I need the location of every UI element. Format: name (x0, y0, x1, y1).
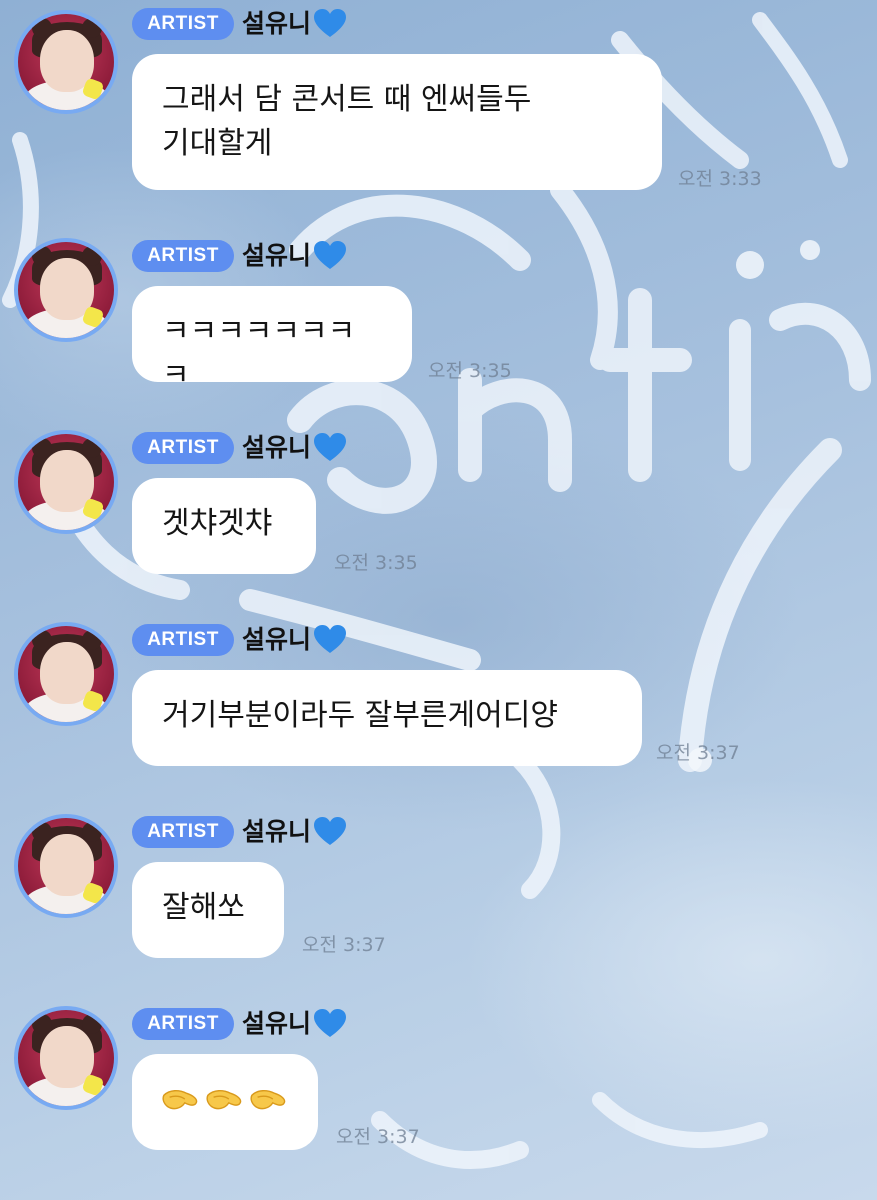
sender-name: 설유니 (242, 430, 347, 466)
sender-name-text: 설유니 (242, 433, 312, 462)
chat-message: ARTIST 설유니 그래서 담 콘서트 때 엔써들두 기대할게 오전 3:33 (0, 0, 877, 200)
pinching-hand-icon (250, 1090, 286, 1110)
sender-name-text: 설유니 (242, 241, 312, 270)
artist-badge: ARTIST (132, 432, 234, 464)
message-timestamp: 오전 3:37 (302, 934, 386, 956)
message-text-line: 잘해쏘 (162, 890, 245, 925)
message-bubble[interactable]: 겟챠겟챠 (132, 478, 316, 574)
message-text-line: 거기부분이라두 잘부른게어디양 (162, 698, 558, 733)
message-timestamp: 오전 3:33 (678, 168, 762, 190)
artist-avatar[interactable] (14, 238, 118, 342)
artist-badge: ARTIST (132, 240, 234, 272)
sender-name: 설유니 (242, 622, 347, 658)
message-bubble[interactable]: 그래서 담 콘서트 때 엔써들두 기대할게 (132, 54, 662, 190)
artist-badge: ARTIST (132, 8, 234, 40)
message-text-line: ㅋㅋㅋㅋㅋㅋㅋㅋ (162, 314, 356, 393)
sender-name: 설유니 (242, 238, 347, 274)
artist-avatar[interactable] (14, 814, 118, 918)
emoji-row (162, 1078, 288, 1122)
sender-name: 설유니 (242, 814, 347, 850)
message-text-line: 기대할게 (162, 126, 273, 161)
chat-message: ARTIST 설유니 거기부분이라두 잘부른게어디양 오전 3:37 (0, 614, 877, 774)
message-timestamp: 오전 3:35 (428, 360, 512, 382)
chat-message: ARTIST 설유니 오전 3:37 (0, 998, 877, 1168)
blue-heart-icon (314, 241, 347, 269)
pinching-hand-icon (206, 1090, 242, 1110)
artist-avatar[interactable] (14, 430, 118, 534)
sender-name: 설유니 (242, 1006, 347, 1042)
chat-message: ARTIST 설유니 ㅋㅋㅋㅋㅋㅋㅋㅋ 오전 3:35 (0, 230, 877, 393)
sender-name-text: 설유니 (242, 1009, 312, 1038)
blue-heart-icon (314, 9, 347, 37)
message-bubble[interactable]: 잘해쏘 (132, 862, 284, 958)
message-text-line: 겟챠겟챠 (162, 506, 273, 541)
message-bubble[interactable] (132, 1054, 318, 1150)
message-timestamp: 오전 3:37 (336, 1126, 420, 1148)
sender-name: 설유니 (242, 6, 347, 42)
message-timestamp: 오전 3:35 (334, 552, 418, 574)
sender-name-text: 설유니 (242, 625, 312, 654)
artist-badge: ARTIST (132, 816, 234, 848)
artist-avatar[interactable] (14, 622, 118, 726)
message-bubble[interactable]: ㅋㅋㅋㅋㅋㅋㅋㅋ (132, 286, 412, 393)
pinching-hand-icon (162, 1090, 198, 1110)
sender-name-text: 설유니 (242, 9, 312, 38)
artist-avatar[interactable] (14, 1006, 118, 1110)
blue-heart-icon (314, 1009, 347, 1037)
blue-heart-icon (314, 625, 347, 653)
message-bubble[interactable]: 거기부분이라두 잘부른게어디양 (132, 670, 642, 766)
chat-message: ARTIST 설유니 겟챠겟챠 오전 3:35 (0, 422, 877, 582)
artist-badge: ARTIST (132, 1008, 234, 1040)
message-timestamp: 오전 3:37 (656, 742, 740, 764)
artist-avatar[interactable] (14, 10, 118, 114)
blue-heart-icon (314, 817, 347, 845)
message-text-line: 그래서 담 콘서트 때 엔써들두 (162, 82, 532, 117)
chat-message: ARTIST 설유니 잘해쏘 오전 3:37 (0, 806, 877, 966)
sender-name-text: 설유니 (242, 817, 312, 846)
blue-heart-icon (314, 433, 347, 461)
artist-badge: ARTIST (132, 624, 234, 656)
